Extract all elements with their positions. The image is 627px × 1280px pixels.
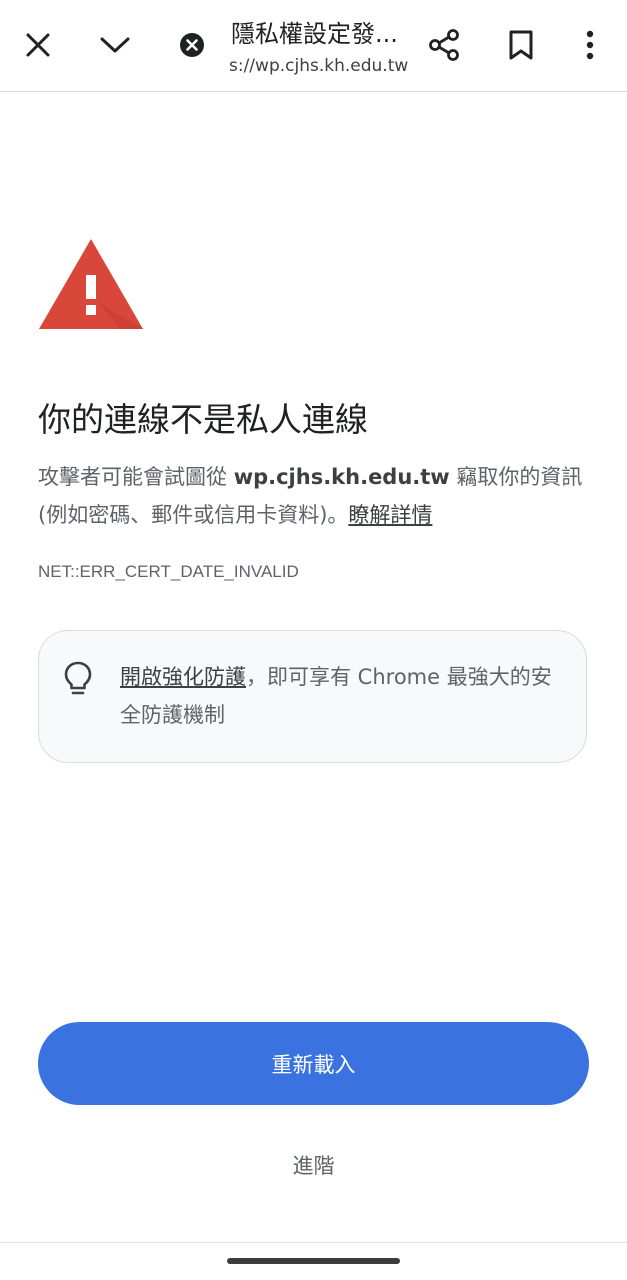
- lightbulb-icon: [63, 661, 93, 697]
- share-icon[interactable]: [421, 22, 467, 68]
- enhanced-protection-tip: 開啟強化防護，即可享有 Chrome 最強大的安全防護機制: [38, 630, 587, 763]
- site-domain: wp.cjhs.kh.edu.tw: [233, 465, 450, 489]
- browser-toolbar: 隱私權設定發... s://wp.cjhs.kh.edu.tw: [0, 0, 627, 92]
- reload-button[interactable]: 重新載入: [38, 1022, 589, 1105]
- tip-text: 開啟強化防護，即可享有 Chrome 最強大的安全防護機制: [120, 658, 560, 734]
- more-vert-icon[interactable]: [567, 22, 613, 68]
- bookmark-icon[interactable]: [498, 22, 544, 68]
- enhanced-protection-link[interactable]: 開啟強化防護: [120, 665, 246, 689]
- site-error-icon[interactable]: [169, 22, 215, 68]
- learn-more-link[interactable]: 瞭解詳情: [348, 503, 432, 527]
- url-text[interactable]: s://wp.cjhs.kh.edu.tw: [229, 55, 409, 77]
- description-prefix: 攻擊者可能會試圖從: [38, 465, 234, 489]
- bottom-divider: [0, 1242, 627, 1243]
- close-icon[interactable]: [15, 22, 61, 68]
- advanced-button[interactable]: 進階: [0, 1150, 627, 1182]
- chevron-down-icon[interactable]: [92, 22, 138, 68]
- page-title[interactable]: 隱私權設定發...: [231, 18, 411, 50]
- warning-icon: [38, 238, 144, 330]
- error-heading: 你的連線不是私人連線: [38, 400, 368, 439]
- error-description: 攻擊者可能會試圖從 wp.cjhs.kh.edu.tw 竊取你的資訊 (例如密碼…: [38, 458, 590, 534]
- home-indicator[interactable]: [227, 1258, 400, 1264]
- error-code[interactable]: NET::ERR_CERT_DATE_INVALID: [38, 560, 299, 584]
